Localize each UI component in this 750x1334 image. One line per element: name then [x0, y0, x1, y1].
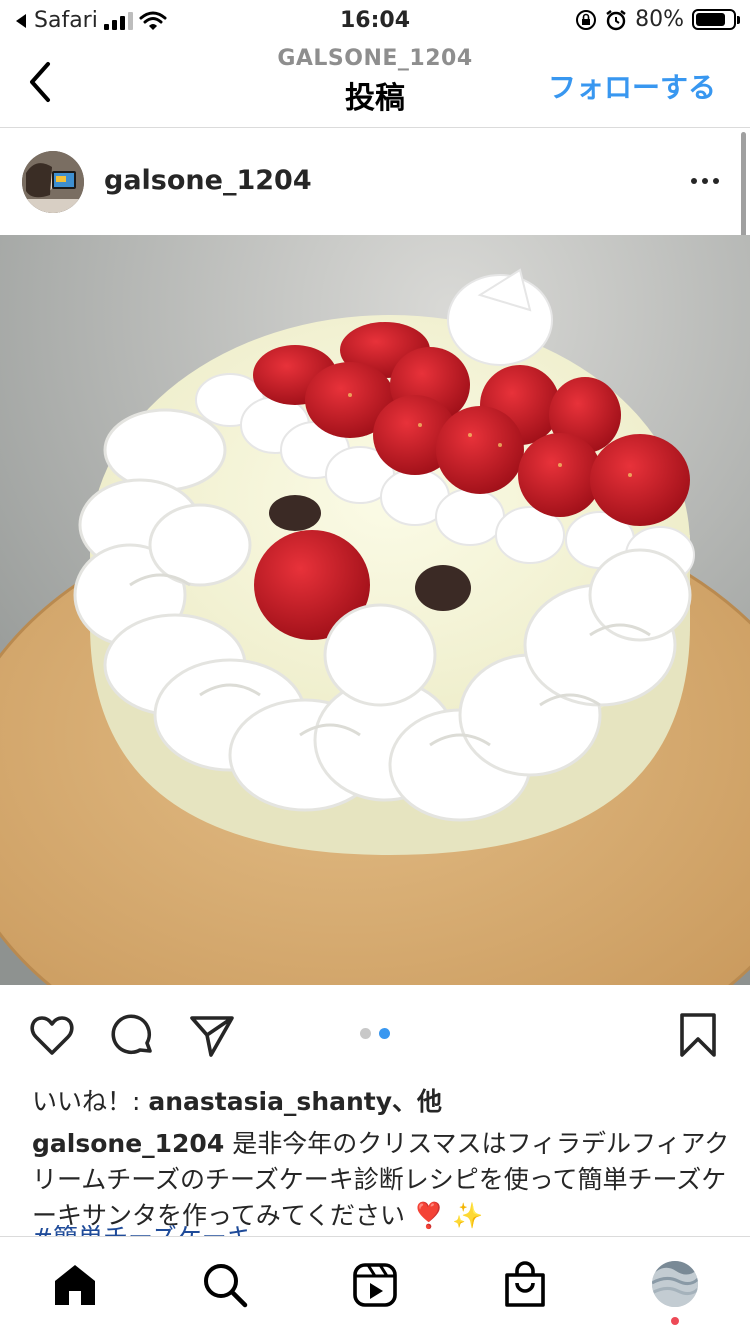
tab-bar [0, 1236, 750, 1334]
reels-icon[interactable] [351, 1261, 399, 1309]
battery-percent: 80% [635, 7, 684, 32]
likes-line[interactable]: いいね！: anastasia_shanty、他 [32, 1082, 442, 1118]
alarm-icon [606, 9, 626, 30]
battery-icon [692, 9, 740, 30]
profile-icon[interactable] [652, 1261, 698, 1307]
carousel-dot [360, 1028, 371, 1039]
carousel-dot-active [379, 1028, 390, 1039]
post-username[interactable]: galsone_1204 [104, 165, 312, 196]
post-actions [0, 985, 750, 1085]
bookmark-icon[interactable] [674, 1011, 722, 1059]
more-options-icon[interactable] [690, 175, 720, 187]
carousel-indicator [0, 1028, 750, 1039]
likes-user[interactable]: anastasia_shanty [148, 1087, 392, 1116]
cake-photo-icon [0, 235, 750, 985]
likes-suffix: 、他 [392, 1087, 443, 1116]
search-icon[interactable] [201, 1261, 249, 1309]
post-header: galsone_1204 [0, 129, 750, 235]
caption: galsone_1204 是非今年のクリスマスはフィラデルフィアクリームチーズの… [32, 1126, 732, 1234]
status-bar: Safari 16:04 80% [0, 0, 750, 40]
likes-prefix: いいね！: [32, 1087, 149, 1116]
avatar[interactable] [22, 151, 84, 213]
scrollbar[interactable] [741, 132, 746, 240]
home-icon[interactable] [51, 1261, 99, 1309]
profile-avatar-icon [652, 1261, 698, 1307]
post-image[interactable] [0, 235, 750, 985]
avatar-image-icon [22, 151, 84, 213]
nav-header: GALSONE_1204 投稿 フォローする [0, 40, 750, 128]
shop-icon[interactable] [501, 1261, 549, 1309]
rotation-lock-icon [576, 9, 597, 30]
follow-button[interactable]: フォローする [548, 66, 716, 106]
caption-username[interactable]: galsone_1204 [32, 1129, 224, 1158]
notification-dot [671, 1317, 679, 1325]
